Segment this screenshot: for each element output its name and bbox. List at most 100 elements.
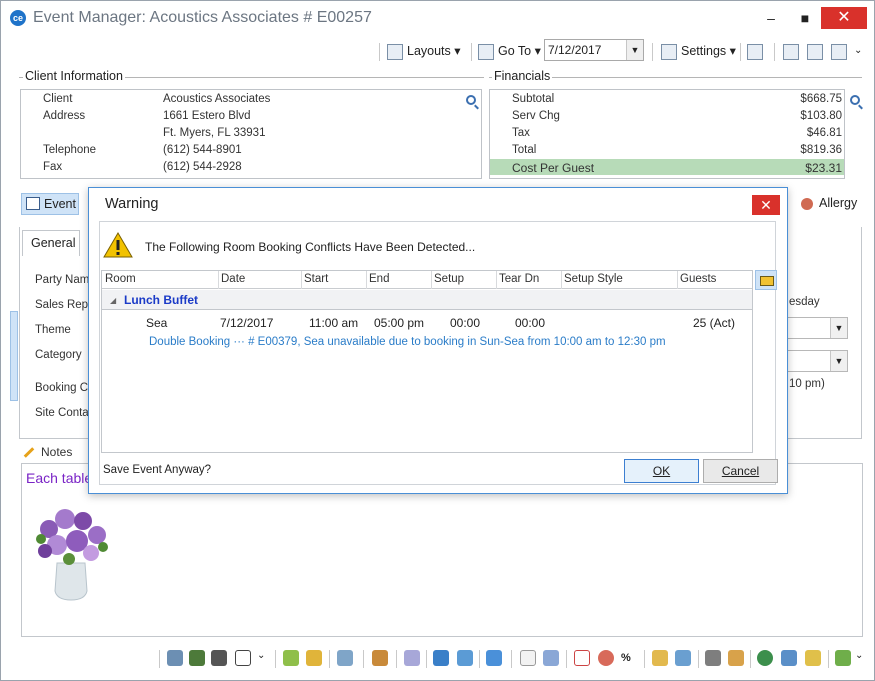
- telephone-value: (612) 544-8901: [163, 144, 242, 156]
- column-setup-style[interactable]: Setup Style: [564, 273, 623, 285]
- collapse-triangle-icon[interactable]: ◢: [110, 296, 116, 305]
- status-icon[interactable]: [757, 650, 773, 666]
- group-name: Lunch Buffet: [124, 293, 198, 307]
- email-icon[interactable]: [486, 650, 502, 666]
- wine-icon[interactable]: [306, 650, 322, 666]
- notes-icon[interactable]: [805, 650, 821, 666]
- cancel-button[interactable]: Cancel: [703, 459, 778, 483]
- discount-icon[interactable]: [598, 650, 614, 666]
- report-icon[interactable]: [457, 650, 473, 666]
- toolbar-separator: [396, 650, 397, 668]
- financials-search-icon[interactable]: [850, 95, 860, 105]
- tools-icon[interactable]: [211, 650, 227, 666]
- toolbar-separator: [566, 650, 567, 668]
- total-label: Total: [512, 144, 537, 156]
- allergy-button[interactable]: Allergy: [801, 196, 857, 210]
- layout-grid-button[interactable]: [807, 41, 827, 61]
- column-guests[interactable]: Guests: [680, 273, 716, 285]
- tax-value: $46.81: [806, 127, 842, 139]
- chevron-down-icon[interactable]: ⌄: [257, 650, 267, 666]
- toolbar-separator: [479, 650, 480, 668]
- chevron-down-icon[interactable]: ▼: [830, 318, 847, 338]
- bottom-toolbar: ⌄ % ⌄: [1, 646, 874, 672]
- task-icon[interactable]: [574, 650, 590, 666]
- category-combo[interactable]: ▼: [787, 350, 848, 372]
- column-setup[interactable]: Setup: [434, 273, 464, 285]
- add-item-icon[interactable]: [283, 650, 299, 666]
- notes-label: Notes: [41, 445, 73, 459]
- chevron-down-icon[interactable]: ▼: [626, 40, 643, 60]
- documents-icon[interactable]: [337, 650, 353, 666]
- column-divider: [218, 271, 219, 289]
- grid-options-button[interactable]: [755, 270, 777, 290]
- event-button[interactable]: Event: [21, 193, 79, 215]
- row-room: Sea: [146, 316, 168, 330]
- deposit-icon[interactable]: [728, 650, 744, 666]
- approve-icon[interactable]: [835, 650, 851, 666]
- goto-icon: [478, 43, 494, 60]
- settings-label: Settings: [681, 44, 727, 58]
- column-tear-down[interactable]: Tear Dn: [499, 273, 539, 285]
- venue-icon[interactable]: [372, 650, 388, 666]
- column-end[interactable]: End: [369, 273, 389, 285]
- edit-icon[interactable]: [543, 650, 559, 666]
- group-row[interactable]: ◢ Lunch Buffet: [102, 290, 752, 310]
- checklist-icon[interactable]: [235, 650, 251, 666]
- column-room[interactable]: Room: [105, 273, 136, 285]
- save-question: Save Event Anyway?: [103, 464, 212, 476]
- refresh-icon[interactable]: [433, 650, 449, 666]
- chevron-down-icon[interactable]: ▼: [830, 351, 847, 371]
- column-divider: [366, 271, 367, 289]
- sync-icon[interactable]: [781, 650, 797, 666]
- layouts-button[interactable]: Layouts ▾: [387, 41, 461, 61]
- column-date[interactable]: Date: [221, 273, 245, 285]
- ok-button[interactable]: OK: [624, 459, 699, 483]
- grid-header: Room Date Start End Setup Tear Dn Setup …: [102, 271, 752, 289]
- split-icon: [831, 43, 847, 60]
- print-preview-button[interactable]: [747, 41, 767, 61]
- close-button[interactable]: ✕: [821, 7, 867, 29]
- subtotal-label: Subtotal: [512, 93, 555, 105]
- booking-contact-label: Booking C: [35, 382, 89, 394]
- floorplan-icon[interactable]: [404, 650, 420, 666]
- toolbar-separator: [511, 650, 512, 668]
- toolbar-separator: [363, 650, 364, 668]
- client-label: Client: [43, 93, 73, 105]
- dialog-message: The Following Room Booking Conflicts Hav…: [145, 240, 476, 254]
- toolbar-separator: [774, 43, 775, 61]
- payments-icon[interactable]: [705, 650, 721, 666]
- dialog-close-button[interactable]: ✕: [752, 195, 780, 215]
- percent-icon[interactable]: %: [621, 650, 637, 666]
- sidebar-expander[interactable]: [10, 311, 18, 401]
- warning-dialog: Warning ✕ The Following Room Booking Con…: [88, 187, 788, 494]
- event-manager-window: ce Event Manager: Acoustics Associates #…: [0, 0, 875, 681]
- grid-icon: [807, 43, 823, 60]
- toolbar-separator: [652, 43, 653, 61]
- toolbar-overflow-button[interactable]: ⌄: [854, 41, 862, 61]
- tab-general[interactable]: General: [22, 230, 80, 256]
- date-picker[interactable]: 7/12/2017 ▼: [544, 39, 644, 61]
- client-search-icon[interactable]: [466, 95, 476, 105]
- party-name-label: Party Nam: [35, 274, 90, 286]
- cancel-label: Cancel: [721, 464, 760, 478]
- computer-icon[interactable]: [675, 650, 691, 666]
- notes-text: Each table: [26, 470, 93, 486]
- staff-icon[interactable]: [167, 650, 183, 666]
- conflict-grid: Room Date Start End Setup Tear Dn Setup …: [101, 270, 753, 453]
- equipment-icon[interactable]: [189, 650, 205, 666]
- invoice-icon[interactable]: [652, 650, 668, 666]
- column-start[interactable]: Start: [304, 273, 328, 285]
- goto-button[interactable]: Go To ▾: [478, 41, 541, 61]
- settings-button[interactable]: Settings ▾: [661, 41, 736, 61]
- layout-split-button[interactable]: [831, 41, 851, 61]
- conflict-detail: Double Booking ··· # E00379, Sea unavail…: [149, 336, 666, 348]
- layout-columns-button[interactable]: [783, 41, 803, 61]
- toolbar-separator: [740, 43, 741, 61]
- total-value: $819.36: [800, 144, 842, 156]
- sales-rep-label: Sales Rep: [35, 299, 89, 311]
- toolbar-separator: [159, 650, 160, 668]
- theme-combo[interactable]: ▼: [787, 317, 848, 339]
- new-document-icon[interactable]: [520, 650, 536, 666]
- chevron-down-icon[interactable]: ⌄: [855, 650, 865, 666]
- toolbar-separator: [644, 650, 645, 668]
